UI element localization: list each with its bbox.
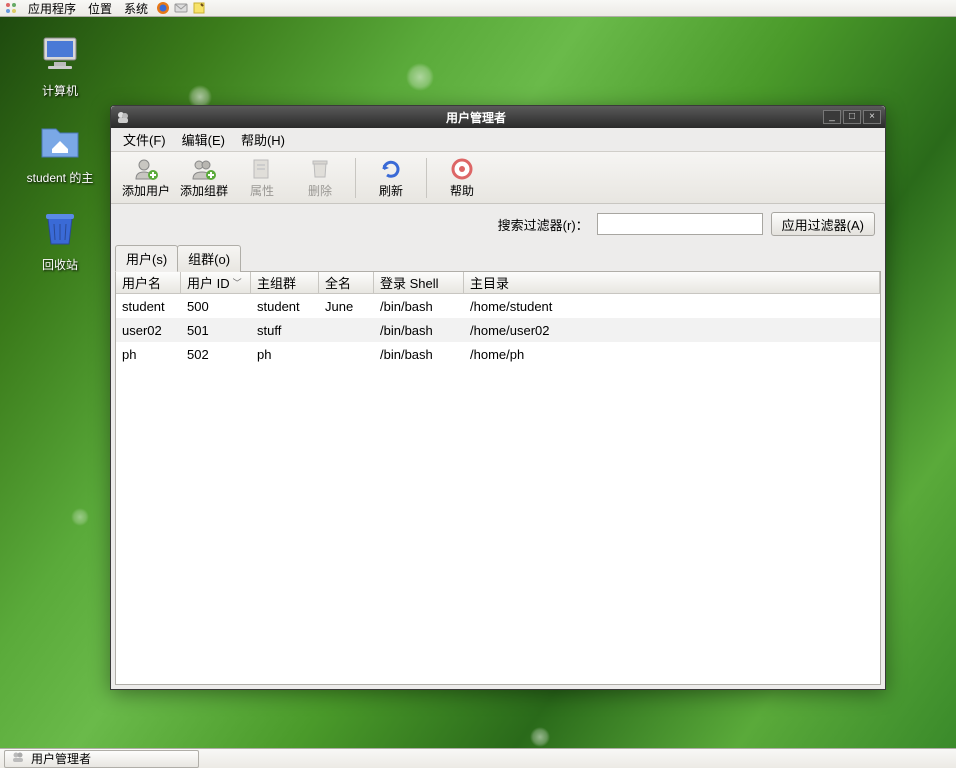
menu-places[interactable]: 位置: [82, 0, 118, 17]
toolbar-separator: [426, 158, 427, 198]
icon-label: 计算机: [10, 82, 110, 99]
menu-edit[interactable]: 编辑(E): [174, 128, 233, 151]
properties-button: 属性: [233, 154, 291, 201]
col-group[interactable]: 主组群: [251, 272, 319, 293]
app-icon: [115, 109, 131, 125]
icon-label: student 的主: [10, 169, 110, 186]
menu-help[interactable]: 帮助(H): [233, 128, 293, 151]
cell: 502: [181, 345, 251, 364]
table-header: 用户名 用户 ID﹀ 主组群 全名 登录 Shell 主目录: [116, 272, 880, 294]
help-button[interactable]: 帮助: [433, 154, 491, 201]
bottom-panel: 用户管理者: [0, 748, 956, 768]
computer-icon[interactable]: 计算机: [10, 30, 110, 99]
search-filter-input[interactable]: [597, 213, 763, 235]
tab-groups[interactable]: 组群(o): [177, 245, 241, 272]
cell: user02: [116, 321, 181, 340]
cell: student: [116, 297, 181, 316]
refresh-button[interactable]: 刷新: [362, 154, 420, 201]
cell: /home/student: [464, 297, 880, 316]
filter-bar: 搜索过滤器(r)： 应用过滤器(A): [111, 204, 885, 244]
firefox-icon[interactable]: [154, 0, 172, 16]
group-add-icon: [175, 156, 233, 182]
col-home[interactable]: 主目录: [464, 272, 880, 293]
table-row[interactable]: ph502ph/bin/bash/home/ph: [116, 342, 880, 366]
col-uid[interactable]: 用户 ID﹀: [181, 272, 251, 293]
mail-icon[interactable]: [172, 0, 190, 16]
cell: /home/user02: [464, 321, 880, 340]
cell: [319, 328, 374, 332]
sort-indicator-icon: ﹀: [233, 276, 242, 289]
table-row[interactable]: user02501stuff/bin/bash/home/user02: [116, 318, 880, 342]
filter-label: 搜索过滤器(r)：: [498, 215, 589, 234]
close-button[interactable]: ×: [863, 110, 881, 124]
user-table: 用户名 用户 ID﹀ 主组群 全名 登录 Shell 主目录 student50…: [115, 271, 881, 685]
menu-system[interactable]: 系统: [118, 0, 154, 17]
add-user-button[interactable]: 添加用户: [117, 154, 175, 201]
desktop-icons: 计算机 student 的主 回收站: [10, 30, 110, 273]
cell: ph: [116, 345, 181, 364]
users-icon: [11, 750, 25, 767]
tab-users[interactable]: 用户(s): [115, 245, 178, 272]
col-shell[interactable]: 登录 Shell: [374, 272, 464, 293]
taskbar-item-user-manager[interactable]: 用户管理者: [4, 750, 199, 768]
maximize-button[interactable]: □: [843, 110, 861, 124]
home-folder-icon[interactable]: student 的主: [10, 117, 110, 186]
col-username[interactable]: 用户名: [116, 272, 181, 293]
cell: /bin/bash: [374, 345, 464, 364]
minimize-button[interactable]: _: [823, 110, 841, 124]
menu-applications[interactable]: 应用程序: [22, 0, 82, 17]
menubar: 文件(F) 编辑(E) 帮助(H): [111, 128, 885, 152]
gnome-menu-icon[interactable]: [3, 0, 19, 16]
table-row[interactable]: student500studentJune/bin/bash/home/stud…: [116, 294, 880, 318]
cell: [319, 352, 374, 356]
apply-filter-button[interactable]: 应用过滤器(A): [771, 212, 875, 236]
titlebar[interactable]: 用户管理者 _ □ ×: [111, 106, 885, 128]
taskbar-label: 用户管理者: [31, 750, 91, 767]
toolbar-separator: [355, 158, 356, 198]
help-icon: [433, 156, 491, 182]
trash-icon[interactable]: 回收站: [10, 204, 110, 273]
toolbar: 添加用户 添加组群 属性 删除 刷新: [111, 152, 885, 204]
col-fullname[interactable]: 全名: [319, 272, 374, 293]
cell: ph: [251, 345, 319, 364]
cell: student: [251, 297, 319, 316]
menu-file[interactable]: 文件(F): [115, 128, 174, 151]
window-title: 用户管理者: [131, 109, 821, 126]
delete-icon: [291, 156, 349, 182]
notes-icon[interactable]: [190, 0, 208, 16]
refresh-icon: [362, 156, 420, 182]
delete-button: 删除: [291, 154, 349, 201]
user-add-icon: [117, 156, 175, 182]
add-group-button[interactable]: 添加组群: [175, 154, 233, 201]
cell: June: [319, 297, 374, 316]
tabs: 用户(s) 组群(o): [111, 244, 885, 271]
icon-label: 回收站: [10, 256, 110, 273]
top-panel: 应用程序 位置 系统: [0, 0, 956, 17]
properties-icon: [233, 156, 291, 182]
cell: /home/ph: [464, 345, 880, 364]
cell: /bin/bash: [374, 297, 464, 316]
table-body: student500studentJune/bin/bash/home/stud…: [116, 294, 880, 684]
cell: 500: [181, 297, 251, 316]
user-manager-window: 用户管理者 _ □ × 文件(F) 编辑(E) 帮助(H) 添加用户 添加组群 …: [110, 105, 886, 690]
cell: /bin/bash: [374, 321, 464, 340]
cell: 501: [181, 321, 251, 340]
cell: stuff: [251, 321, 319, 340]
